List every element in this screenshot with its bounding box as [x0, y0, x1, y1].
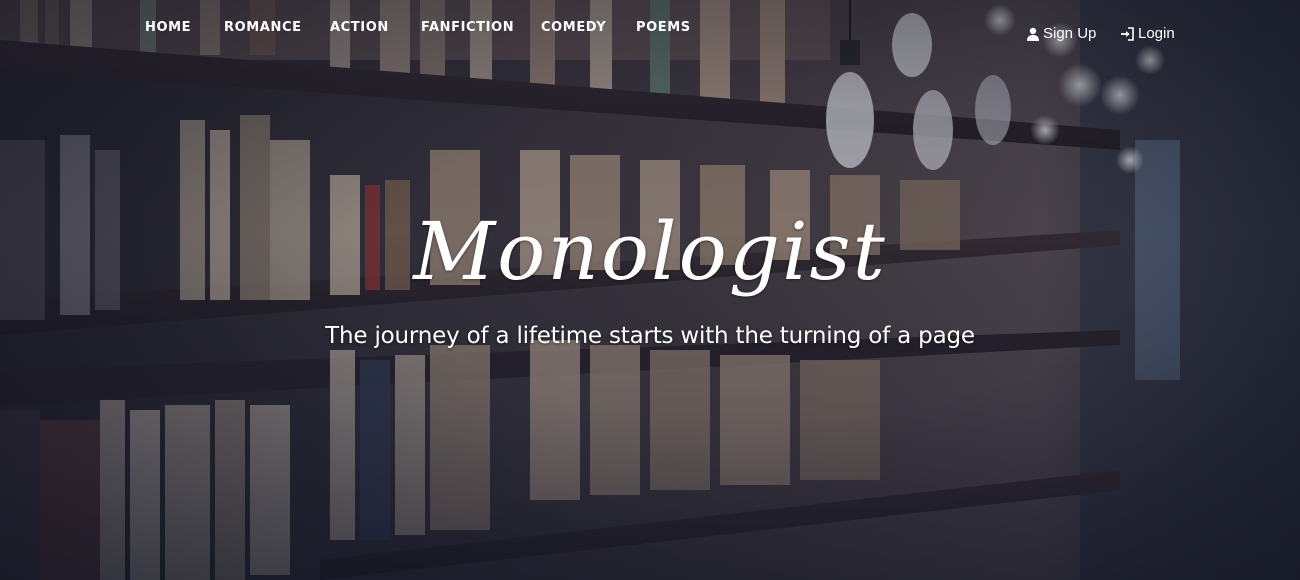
hero-tagline: The journey of a lifetime starts with th…: [325, 323, 975, 349]
top-navigation: HOME ROMANCE ACTION FANFICTION COMEDY PO…: [0, 0, 1300, 60]
nav-fanfiction[interactable]: FANFICTION: [421, 20, 514, 35]
login-link[interactable]: Login: [1120, 25, 1175, 42]
nav-poems[interactable]: POEMS: [636, 20, 691, 35]
nav-action[interactable]: ACTION: [330, 20, 389, 35]
nav-romance[interactable]: ROMANCE: [224, 20, 302, 35]
login-icon: [1121, 26, 1134, 41]
brand-title: Monologist: [413, 205, 887, 298]
login-label: Login: [1138, 25, 1175, 42]
user-icon: [1027, 27, 1039, 41]
hero-section: HOME ROMANCE ACTION FANFICTION COMEDY PO…: [0, 0, 1300, 580]
nav-comedy[interactable]: COMEDY: [541, 20, 606, 35]
nav-home[interactable]: HOME: [145, 20, 191, 35]
signup-label: Sign Up: [1043, 25, 1097, 42]
signup-link[interactable]: Sign Up: [1026, 25, 1096, 42]
